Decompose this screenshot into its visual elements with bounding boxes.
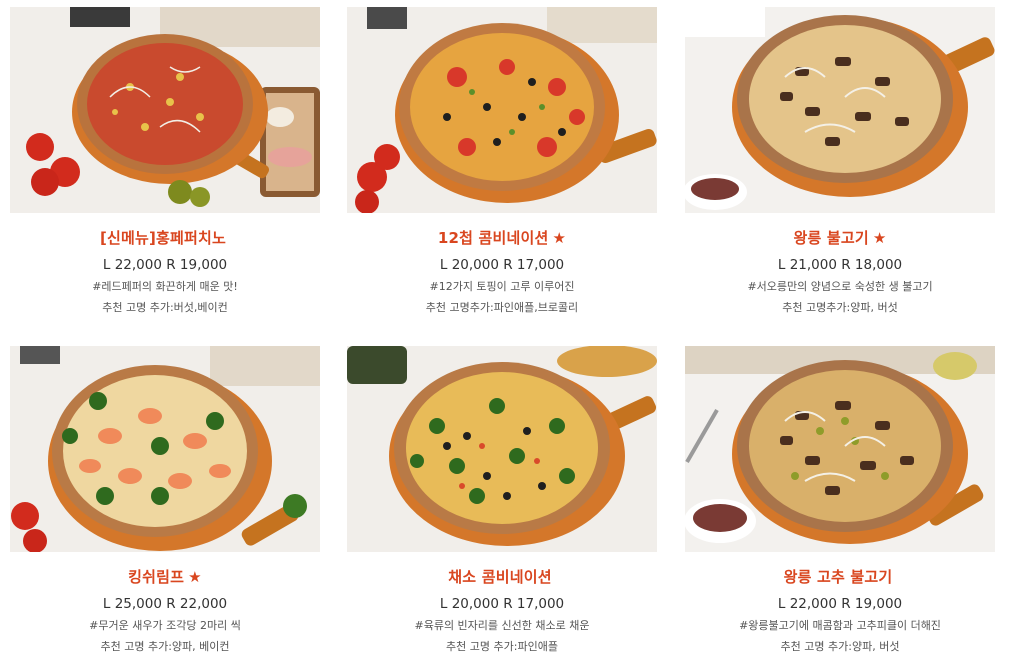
pizza-photo[interactable]	[10, 7, 320, 213]
pizza-name[interactable]: 왕릉 불고기	[793, 229, 868, 247]
pizza-name[interactable]: [신메뉴]홍페퍼치노	[100, 229, 226, 247]
menu-item-wangneung-pepper-bulgogi[interactable]: 왕릉 고추 불고기 L 22,000 R 19,000 #왕릉불고기에 매콤함과…	[685, 346, 995, 654]
price: L 22,000 R 19,000	[777, 596, 903, 612]
price: L 21,000 R 18,000	[777, 257, 903, 273]
price: L 20,000 R 17,000	[439, 257, 565, 273]
star-icon: ★	[552, 229, 567, 247]
pizza-photo[interactable]	[685, 7, 995, 213]
recommended-toppings: 추천 고명 추가:파인애플	[446, 640, 558, 653]
description: #서오릉만의 양념으로 숙성한 생 불고기	[747, 280, 933, 293]
pizza-photo[interactable]	[10, 346, 320, 552]
pizza-name[interactable]: 채소 콤비네이션	[448, 568, 551, 586]
price: L 22,000 R 19,000	[102, 257, 228, 273]
menu-item-wangneung-bulgogi[interactable]: 왕릉 불고기 ★ L 21,000 R 18,000 #서오릉만의 양념으로 숙성…	[685, 7, 995, 315]
description: #왕릉불고기에 매콤함과 고추피클이 더해진	[739, 619, 941, 632]
recommended-toppings: 추천 고명 추가:버섯,베이컨	[102, 301, 228, 314]
menu-grid: [신메뉴]홍페퍼치노 L 22,000 R 19,000 #레드페퍼의 화끈하게…	[0, 0, 1011, 670]
menu-item-hong-pepperchino[interactable]: [신메뉴]홍페퍼치노 L 22,000 R 19,000 #레드페퍼의 화끈하게…	[10, 7, 320, 315]
description: #무거운 새우가 조각당 2마리 씩	[89, 619, 241, 632]
pizza-name[interactable]: 왕릉 고추 불고기	[784, 568, 893, 586]
description: #레드페퍼의 화끈하게 매운 맛!	[92, 280, 238, 293]
star-icon: ★	[872, 229, 887, 247]
pizza-photo[interactable]	[347, 7, 657, 213]
recommended-toppings: 추천 고명 추가:양파, 베이컨	[100, 640, 230, 653]
menu-item-vegetable-combination[interactable]: 채소 콤비네이션 L 20,000 R 17,000 #육류의 빈자리를 신선한…	[347, 346, 657, 654]
pizza-name[interactable]: 12첩 콤비네이션	[438, 229, 549, 247]
recommended-toppings: 추천 고명 추가:양파, 버섯	[780, 640, 900, 653]
menu-item-12-combination[interactable]: 12첩 콤비네이션 ★ L 20,000 R 17,000 #12가지 토핑이 고…	[347, 7, 657, 315]
pizza-name[interactable]: 킹쉬림프	[128, 568, 184, 586]
pizza-photo[interactable]	[685, 346, 995, 552]
recommended-toppings: 추천 고명추가:양파, 버섯	[782, 301, 898, 314]
menu-item-king-shrimp[interactable]: 킹쉬림프 ★ L 25,000 R 22,000 #무거운 새우가 조각당 2마리…	[10, 346, 320, 654]
price: L 25,000 R 22,000	[102, 596, 228, 612]
recommended-toppings: 추천 고명추가:파인애플,브로콜리	[425, 301, 579, 314]
description: #육류의 빈자리를 신선한 채소로 채운	[414, 619, 590, 632]
price: L 20,000 R 17,000	[439, 596, 565, 612]
description: #12가지 토핑이 고루 이루어진	[429, 280, 575, 293]
pizza-photo[interactable]	[347, 346, 657, 552]
star-icon: ★	[188, 568, 202, 586]
